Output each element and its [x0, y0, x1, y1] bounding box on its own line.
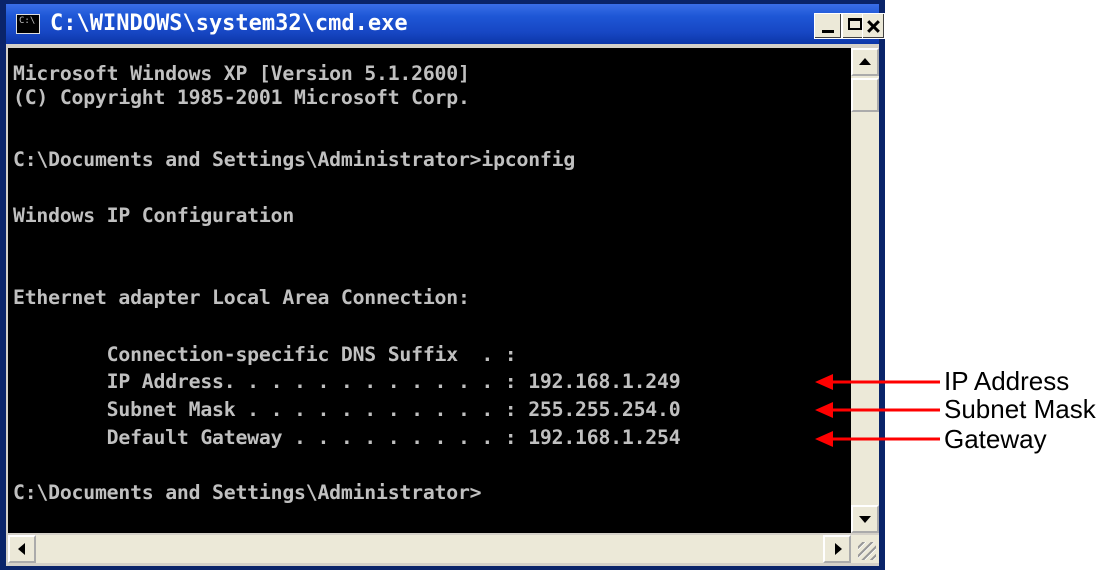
console-line: IP Address. . . . . . . . . . . . : 192.… — [13, 370, 681, 393]
arrow-left-icon — [18, 543, 25, 555]
minimize-icon[interactable] — [814, 13, 842, 39]
console-line: (C) Copyright 1985-2001 Microsoft Corp. — [13, 86, 470, 109]
arrow-up-icon — [859, 58, 871, 65]
console-line: C:\Documents and Settings\Administrator> — [13, 481, 482, 504]
scroll-up-button[interactable] — [851, 48, 879, 76]
arrow-right-icon — [835, 543, 842, 555]
scroll-thumb[interactable] — [851, 78, 879, 112]
annotation-label-ip-address: IP Address — [944, 366, 1070, 396]
console-line: Ethernet adapter Local Area Connection: — [13, 286, 470, 309]
title-bar[interactable]: C:\ C:\WINDOWS\system32\cmd.exe — [6, 4, 885, 44]
close-icon[interactable] — [862, 13, 885, 39]
annotation-label-subnet-mask: Subnet Mask — [944, 394, 1096, 424]
scroll-right-button[interactable] — [823, 535, 851, 563]
console-line: C:\Documents and Settings\Administrator>… — [13, 148, 576, 171]
console-line: Connection-specific DNS Suffix . : — [13, 343, 517, 366]
cmd-icon-text: C:\ — [19, 16, 36, 26]
console-line: Default Gateway . . . . . . . . . : 192.… — [13, 426, 681, 449]
annotation-label-gateway: Gateway — [944, 424, 1047, 454]
resize-grip-icon[interactable] — [851, 535, 879, 563]
window-title: C:\WINDOWS\system32\cmd.exe — [50, 11, 408, 36]
console-line: Subnet Mask . . . . . . . . . . . : 255.… — [13, 398, 681, 421]
console-line: Microsoft Windows XP [Version 5.1.2600] — [13, 62, 470, 85]
cmd-icon[interactable]: C:\ — [16, 14, 40, 34]
vertical-scrollbar[interactable] — [851, 48, 879, 533]
cmd-window: C:\ C:\WINDOWS\system32\cmd.exe Microsof… — [0, 0, 885, 570]
console-output[interactable]: Microsoft Windows XP [Version 5.1.2600] … — [8, 48, 851, 533]
scroll-down-button[interactable] — [851, 505, 879, 533]
horizontal-scrollbar[interactable] — [8, 535, 851, 563]
console-line: Windows IP Configuration — [13, 204, 295, 227]
arrow-down-icon — [859, 516, 871, 523]
scroll-left-button[interactable] — [8, 535, 36, 563]
